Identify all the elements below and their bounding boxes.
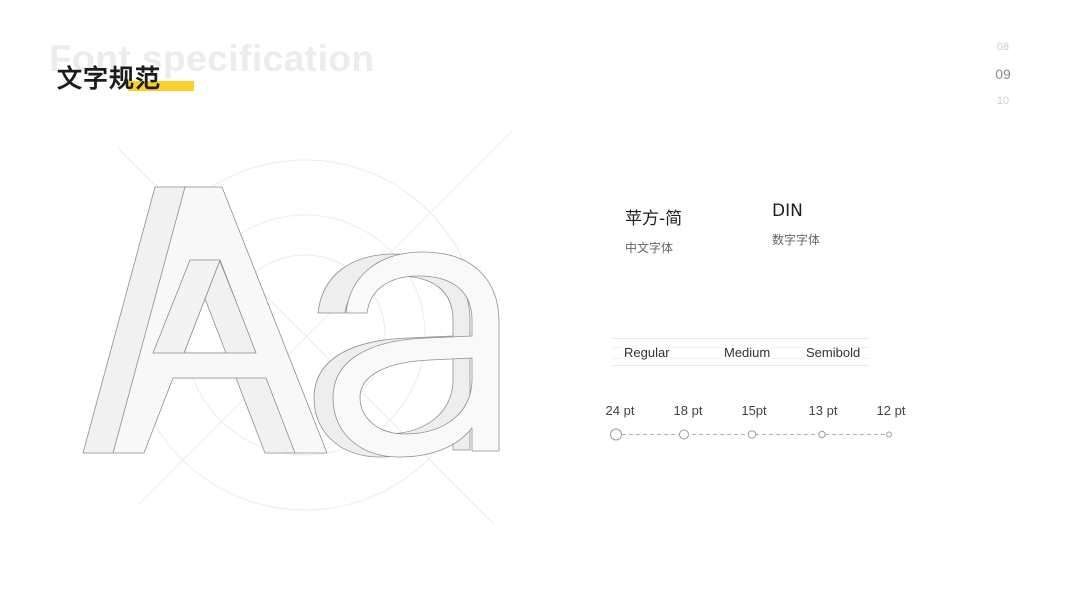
weight-medium: Medium bbox=[722, 345, 773, 360]
font-desc: 中文字体 bbox=[625, 241, 674, 255]
font-block-numeric: DIN 数字字体 bbox=[772, 201, 820, 248]
size-label: 18 pt bbox=[673, 403, 703, 418]
glyph-illustration bbox=[82, 129, 892, 526]
font-name: 苹方-简 bbox=[625, 209, 683, 229]
weight-semibold: Semibold bbox=[804, 345, 863, 360]
font-block-chinese: 苹方-简 中文字体 bbox=[625, 204, 682, 256]
size-marker bbox=[886, 431, 892, 438]
size-label: 13 pt bbox=[808, 403, 838, 418]
font-name: DIN bbox=[772, 201, 803, 221]
size-scale bbox=[610, 428, 892, 441]
size-label: 15pt bbox=[741, 403, 767, 418]
size-marker bbox=[747, 430, 757, 439]
size-label: 12 pt bbox=[876, 403, 906, 418]
size-label: 24 pt bbox=[605, 403, 635, 418]
font-weights-row: Regular Medium Semibold bbox=[613, 338, 869, 366]
size-marker bbox=[818, 430, 826, 439]
size-marker bbox=[679, 429, 689, 440]
weight-regular: Regular bbox=[622, 345, 672, 360]
glyph-small-a bbox=[313, 251, 500, 458]
size-marker bbox=[610, 428, 622, 441]
font-desc: 数字字体 bbox=[772, 233, 821, 247]
